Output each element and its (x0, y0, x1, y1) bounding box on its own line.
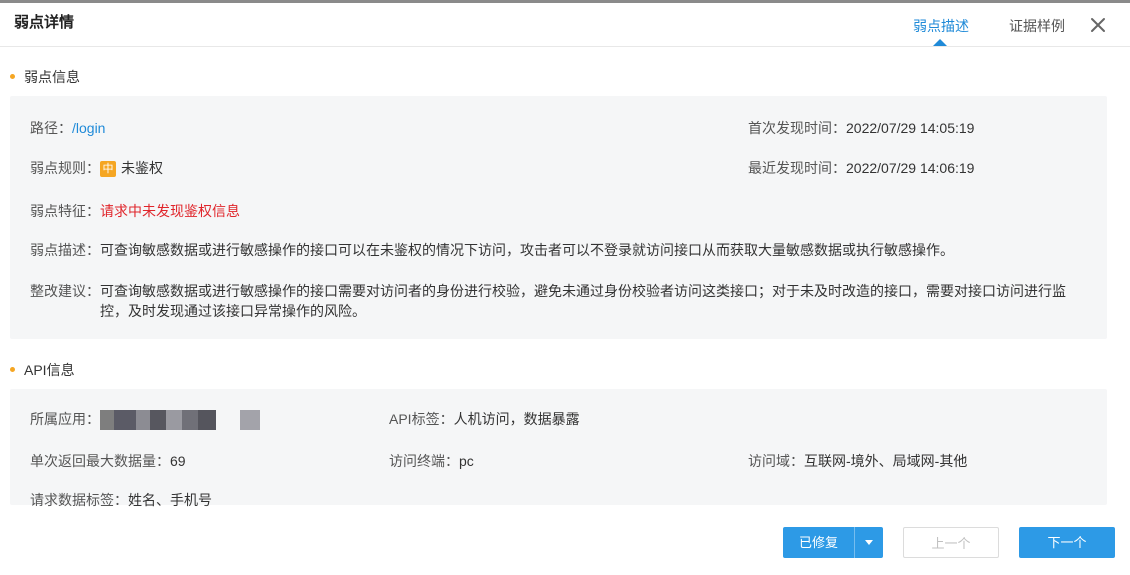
dialog-title: 弱点详情 (14, 14, 75, 31)
path-row: 路径：/login (30, 120, 106, 136)
next-button[interactable]: 下一个 (1019, 527, 1115, 558)
advice-row-continuation: 控，及时发现通过该接口异常操作的风险。 (100, 303, 366, 319)
button-divider (854, 527, 855, 558)
dialog-header: 弱点详情 弱点描述 证据样例 (0, 3, 1130, 47)
risk-level-badge: 中 (100, 161, 116, 177)
first-found-row: 首次发现时间：2022/07/29 14:05:19 (748, 120, 975, 136)
path-link[interactable]: /login (72, 120, 105, 136)
vuln-info-panel: 路径：/login 首次发现时间：2022/07/29 14:05:19 弱点规… (10, 96, 1107, 339)
last-found-row: 最近发现时间：2022/07/29 14:06:19 (748, 160, 975, 176)
chevron-down-icon[interactable] (865, 540, 873, 545)
app-row: 所属应用： (30, 409, 260, 431)
feature-row: 弱点特征：请求中未发现鉴权信息 (30, 203, 240, 219)
redacted-app-name (100, 410, 260, 431)
previous-button[interactable]: 上一个 (903, 527, 999, 558)
close-icon[interactable] (1089, 16, 1107, 34)
fixed-status-dropdown-button[interactable]: 已修复 (783, 527, 883, 558)
bullet-dot-icon (10, 73, 15, 79)
access-domain-row: 访问域：互联网-境外、局域网-其他 (748, 453, 968, 469)
vuln-info-section-title: 弱点信息 (10, 67, 80, 87)
request-tag-row: 请求数据标签：姓名、手机号 (30, 492, 212, 508)
rule-row: 弱点规则：中未鉴权 (30, 160, 163, 177)
api-info-panel: 所属应用： API标签：人机访问，数据暴露 单次返回最大数据量：69 访问终端：… (10, 389, 1107, 508)
terminal-row: 访问终端：pc (389, 453, 474, 469)
active-tab-indicator (933, 39, 947, 46)
max-return-row: 单次返回最大数据量：69 (30, 453, 186, 469)
tab-evidence-samples[interactable]: 证据样例 (1009, 16, 1065, 36)
api-info-section-title: API信息 (10, 360, 75, 380)
api-tag-row: API标签：人机访问，数据暴露 (389, 411, 580, 427)
tab-vuln-description[interactable]: 弱点描述 (913, 16, 969, 36)
advice-row: 整改建议：可查询敏感数据或进行敏感操作的接口需要对访问者的身份进行校验，避免未通… (30, 283, 1066, 299)
bullet-dot-icon (10, 366, 15, 372)
description-row: 弱点描述：可查询敏感数据或进行敏感操作的接口可以在未鉴权的情况下访问，攻击者可以… (30, 242, 954, 258)
